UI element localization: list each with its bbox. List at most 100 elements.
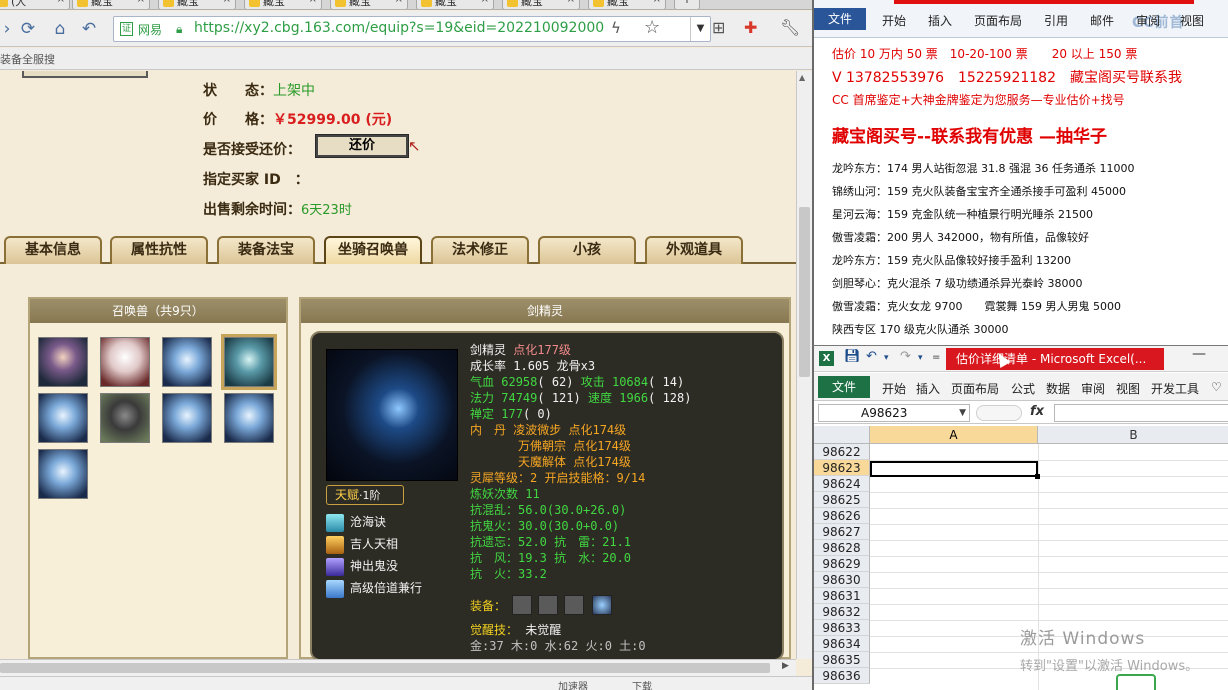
excel-menu-view[interactable]: 视图 bbox=[1116, 380, 1140, 397]
close-icon[interactable]: × bbox=[653, 0, 661, 5]
word-menu-review[interactable]: 审阅 bbox=[1136, 12, 1160, 29]
lightning-icon[interactable]: ϟ bbox=[611, 19, 621, 37]
row-header[interactable]: 98630 bbox=[814, 572, 870, 588]
browser-tab[interactable]: 藏宝× bbox=[158, 0, 236, 9]
select-all-corner[interactable] bbox=[814, 426, 870, 444]
fill-handle[interactable] bbox=[1035, 474, 1040, 479]
browser-tab[interactable]: 藏宝× bbox=[416, 0, 494, 9]
browser-tab[interactable]: 藏宝× bbox=[330, 0, 408, 9]
word-menu-layout[interactable]: 页面布局 bbox=[974, 12, 1022, 29]
close-icon[interactable]: × bbox=[395, 0, 403, 5]
pet-thumbnail[interactable] bbox=[162, 393, 212, 443]
save-icon[interactable]: 💾︎ bbox=[844, 349, 861, 364]
pet-thumbnail-selected[interactable] bbox=[221, 334, 277, 390]
excel-file-tab[interactable]: 文件 bbox=[818, 376, 870, 398]
chevron-down-icon[interactable]: ▾ bbox=[918, 353, 923, 363]
fx-icon[interactable]: fx bbox=[1030, 404, 1044, 419]
redo-icon[interactable]: ↷ bbox=[900, 349, 911, 364]
row-header[interactable]: 98635 bbox=[814, 652, 870, 668]
row-header[interactable]: 98636 bbox=[814, 668, 870, 684]
browser-tab[interactable]: 藏宝× bbox=[502, 0, 580, 9]
tab-attributes[interactable]: 属性抗性 bbox=[110, 236, 208, 264]
close-icon[interactable]: × bbox=[57, 0, 65, 5]
skill-item[interactable]: 沧海诀 bbox=[326, 513, 456, 533]
undo-close-icon[interactable]: ↶ bbox=[78, 18, 100, 40]
pet-thumbnail[interactable] bbox=[100, 393, 150, 443]
home-icon[interactable]: ⌂ bbox=[49, 18, 71, 40]
scroll-thumb[interactable] bbox=[799, 207, 810, 377]
scroll-thumb[interactable] bbox=[0, 663, 770, 673]
scroll-right-icon[interactable]: ▶ bbox=[782, 661, 789, 671]
excel-menu-insert[interactable]: 插入 bbox=[916, 380, 940, 397]
pet-thumbnail[interactable] bbox=[100, 337, 150, 387]
refresh-icon[interactable]: ⟳ bbox=[17, 18, 39, 40]
customize-toolbar-icon[interactable]: = bbox=[932, 352, 940, 363]
excel-menu-home[interactable]: 开始 bbox=[882, 380, 906, 397]
skill-item[interactable]: 神出鬼没 bbox=[326, 557, 456, 577]
game-icon[interactable]: ✚ bbox=[744, 18, 757, 37]
skill-item[interactable]: 高级倍道兼行 bbox=[326, 579, 456, 599]
name-box[interactable]: A98623 ▼ bbox=[818, 404, 970, 422]
browser-tab[interactable]: 藏宝× bbox=[244, 0, 322, 9]
word-menu-home[interactable]: 开始 bbox=[882, 12, 906, 29]
excel-menu-layout[interactable]: 页面布局 bbox=[951, 380, 999, 397]
tab-children[interactable]: 小孩 bbox=[538, 236, 636, 264]
close-icon[interactable]: × bbox=[481, 0, 489, 5]
bookmark-item[interactable]: 装备全服搜 bbox=[0, 53, 55, 66]
pet-thumbnail[interactable] bbox=[38, 337, 88, 387]
excel-menu-developer[interactable]: 开发工具 bbox=[1151, 380, 1199, 397]
equip-slot[interactable] bbox=[592, 595, 612, 615]
word-menu-references[interactable]: 引用 bbox=[1044, 12, 1068, 29]
equip-slot[interactable] bbox=[512, 595, 532, 615]
undo-icon[interactable]: ↶ bbox=[866, 349, 877, 364]
formula-input[interactable] bbox=[1054, 404, 1228, 422]
minimize-icon[interactable]: — bbox=[1192, 346, 1206, 362]
close-icon[interactable]: × bbox=[137, 0, 145, 5]
excel-menu-formulas[interactable]: 公式 bbox=[1011, 380, 1035, 397]
close-icon[interactable]: × bbox=[309, 0, 317, 5]
excel-menu-review[interactable]: 审阅 bbox=[1081, 380, 1105, 397]
row-header[interactable]: 98627 bbox=[814, 524, 870, 540]
row-header[interactable]: 98628 bbox=[814, 540, 870, 556]
close-icon[interactable]: × bbox=[567, 0, 575, 5]
tab-mounts-pets[interactable]: 坐骑召唤兽 bbox=[324, 236, 422, 264]
row-header[interactable]: 98625 bbox=[814, 492, 870, 508]
pet-thumbnail[interactable] bbox=[162, 337, 212, 387]
pet-thumbnail[interactable] bbox=[38, 393, 88, 443]
word-document[interactable]: 估价 10 万内 50 票 10-20-100 票 20 以上 150 票 V … bbox=[814, 38, 1228, 345]
word-menu-mailings[interactable]: 邮件 bbox=[1090, 12, 1114, 29]
skill-item[interactable]: 吉人天相 bbox=[326, 535, 456, 555]
tab-equipment[interactable]: 装备法宝 bbox=[217, 236, 315, 264]
taskbar-app-icon[interactable] bbox=[1116, 674, 1156, 690]
counter-offer-button[interactable]: 还价 bbox=[315, 134, 409, 158]
chevron-down-icon[interactable]: ▼ bbox=[959, 405, 966, 421]
tab-basic-info[interactable]: 基本信息 bbox=[4, 236, 102, 264]
pet-thumbnail[interactable] bbox=[224, 393, 274, 443]
formula-expand-toggle[interactable] bbox=[976, 405, 1022, 421]
browser-tab[interactable]: 藏宝× bbox=[72, 0, 150, 9]
row-header[interactable]: 98634 bbox=[814, 636, 870, 652]
grid-icon[interactable]: ⊞ bbox=[712, 18, 725, 37]
column-header-a[interactable]: A bbox=[870, 426, 1038, 444]
row-header[interactable]: 98631 bbox=[814, 588, 870, 604]
browser-tab[interactable]: (大× bbox=[0, 0, 70, 9]
row-header[interactable]: 98633 bbox=[814, 620, 870, 636]
vertical-scrollbar[interactable]: ▲ bbox=[796, 71, 812, 659]
star-icon[interactable]: ☆ bbox=[644, 17, 660, 38]
help-icon[interactable]: ♡ bbox=[1211, 380, 1222, 394]
accelerator-label[interactable]: 加速器 bbox=[558, 678, 588, 690]
scroll-up-icon[interactable]: ▲ bbox=[799, 73, 805, 82]
back-icon[interactable]: › bbox=[2, 18, 12, 40]
download-label[interactable]: 下载 bbox=[632, 678, 652, 690]
tab-spell-correction[interactable]: 法术修正 bbox=[431, 236, 529, 264]
row-header[interactable]: 98626 bbox=[814, 508, 870, 524]
browser-tab[interactable]: 藏宝× bbox=[588, 0, 666, 9]
column-header-b[interactable]: B bbox=[1038, 426, 1228, 444]
chevron-down-icon[interactable]: ▼ bbox=[690, 17, 710, 41]
active-cell[interactable] bbox=[870, 461, 1038, 477]
word-file-tab[interactable]: 文件 bbox=[814, 8, 866, 30]
chevron-down-icon[interactable]: ▾ bbox=[884, 353, 889, 363]
pet-thumbnail[interactable] bbox=[38, 449, 88, 499]
url-text[interactable]: https://xy2.cbg.163.com/equip?s=19&eid=2… bbox=[194, 20, 604, 36]
equip-slot[interactable] bbox=[538, 595, 558, 615]
